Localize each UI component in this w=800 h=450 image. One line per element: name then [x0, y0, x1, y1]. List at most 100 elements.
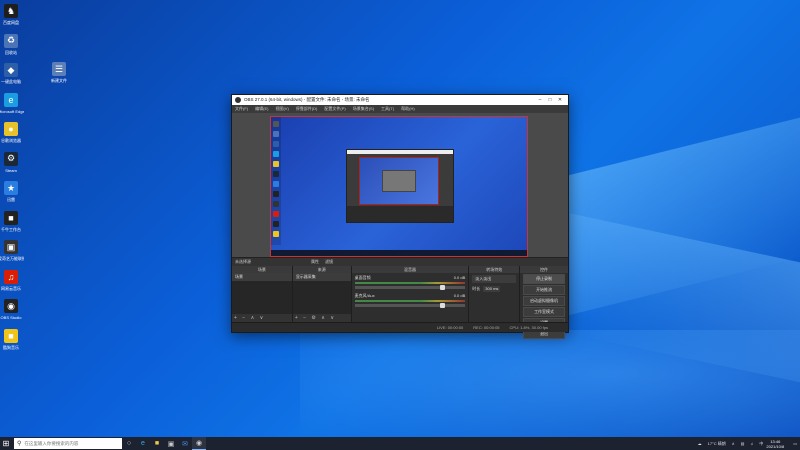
taskbar-edge-icon[interactable]: e: [136, 437, 150, 450]
taskbar-obs-icon[interactable]: ◉: [192, 437, 206, 450]
app-icon: ◆: [4, 63, 18, 77]
scene-item[interactable]: 场景: [232, 273, 292, 281]
app-icon: ⚙: [4, 151, 18, 166]
windows-start-icon[interactable]: ⊞: [0, 437, 12, 450]
desktop-icon-new-file[interactable]: ☰ 新建文件: [46, 62, 72, 84]
scene-controls[interactable]: + − ∧ ∨: [232, 314, 292, 322]
desktop-icon-label: 新建文件: [51, 78, 67, 83]
weather-text[interactable]: 17°C 晴朗: [708, 441, 726, 447]
channel-name: 麦克风/Aux: [354, 293, 375, 298]
wallpaper-glow: [300, 330, 800, 437]
obs-titlebar[interactable]: OBS 27.0.1 (64-bit, windows) - 配置文件: 未命名…: [232, 95, 568, 105]
mixer-channel: 麦克风/Aux 0.0 dB: [352, 291, 469, 309]
chevron-up-icon[interactable]: ∧: [732, 441, 735, 446]
filters-button[interactable]: 滤镜: [325, 259, 333, 265]
app-icon: ■: [4, 210, 18, 225]
preview-canvas[interactable]: [270, 116, 528, 257]
desktop-icon-label: 爱奇艺万能联播: [0, 256, 24, 261]
desktop-icon-label: 酷狗音乐: [3, 344, 19, 350]
taskbar-explorer-icon[interactable]: ■: [150, 437, 164, 450]
search-icon: ⚲: [17, 441, 22, 447]
studio-mode-button[interactable]: 工作室模式: [523, 307, 565, 317]
window-title: OBS 27.0.1 (64-bit, windows) - 配置文件: 未命名…: [244, 97, 370, 102]
app-icon: ♞: [4, 4, 18, 18]
menu-scene-collection[interactable]: 场景集合(S): [353, 106, 374, 112]
source-item[interactable]: 显示器采集: [292, 273, 351, 281]
channel-db: 0.0 dB: [453, 293, 466, 298]
transition-select[interactable]: 淡入淡出: [472, 275, 517, 283]
app-icon: e: [4, 92, 18, 107]
start-streaming-button[interactable]: 开始推流: [523, 285, 565, 295]
virtual-camera-button[interactable]: 启动虚拟摄像机: [523, 296, 565, 306]
desktop: ♞ 百度网盘 ♻回收站 ◆ 一键此电脑 eMicrosoft Edge ● 谷歌浏览器 ⚙Ste…: [0, 0, 800, 437]
taskbar-search[interactable]: ⚲: [14, 438, 122, 449]
dock-area: 场景 场景 + − ∧ ∨ 来源 显示器采集 + − ⚙ ∧ ∨ 混音器 桌面音…: [232, 266, 568, 339]
desktop-icon[interactable]: ★ 迅雷: [0, 181, 24, 203]
desktop-icon-label: 回收站: [5, 49, 17, 55]
source-toolbar: 未选择源 属性 滤镜: [232, 257, 568, 266]
desktop-icon-label: Microsoft Edge: [0, 108, 24, 114]
clock-date: 2021/10/8: [766, 443, 785, 449]
menu-profile[interactable]: 配置文件(P): [324, 106, 345, 112]
desktop-icon[interactable]: ⚙ Steam: [0, 151, 24, 173]
menu-bar: 文件(F) 编辑(E) 视图(V) 停靠部件(D) 配置文件(P) 场景集合(S…: [232, 105, 568, 113]
desktop-icon[interactable]: ■ 千牛工作台: [0, 210, 24, 233]
volume-slider[interactable]: [354, 285, 466, 290]
network-icon[interactable]: ▤: [741, 441, 745, 446]
desktop-icon[interactable]: ● 谷歌浏览器: [0, 122, 24, 144]
obs-window[interactable]: OBS 27.0.1 (64-bit, windows) - 配置文件: 未命名…: [231, 94, 569, 339]
desktop-icon[interactable]: ◉ OBS Studio: [0, 299, 24, 320]
taskbar-store-icon[interactable]: ▣: [164, 437, 178, 450]
stop-recording-button[interactable]: 停止录制: [523, 274, 565, 284]
app-icon: ♫: [4, 269, 18, 284]
menu-docks[interactable]: 停靠部件(D): [296, 106, 318, 112]
desktop-icon[interactable]: ▣ 爱奇艺万能联播: [0, 240, 24, 262]
duration-input[interactable]: 300 ms: [483, 286, 501, 292]
source-controls[interactable]: + − ⚙ ∧ ∨: [292, 314, 351, 322]
notification-icon[interactable]: ▭: [793, 441, 797, 446]
input-language[interactable]: 中: [759, 441, 763, 447]
desktop-icon[interactable]: ◆ 一键此电脑: [0, 63, 24, 85]
app-icon: ♻: [4, 33, 18, 48]
weather-icon[interactable]: ☁: [698, 441, 702, 446]
dock-title: 转场特效: [469, 266, 520, 273]
properties-button[interactable]: 属性: [311, 259, 319, 265]
task-view-icon[interactable]: ○: [122, 437, 136, 450]
desktop-icon[interactable]: ♞ 百度网盘: [0, 4, 24, 26]
menu-edit[interactable]: 编辑(E): [255, 106, 268, 112]
desktop-icon[interactable]: ♻ 回收站: [0, 33, 24, 56]
duration-label: 时长: [472, 286, 481, 291]
desktop-icon-label: 网易云音乐: [1, 285, 21, 291]
taskbar-mail-icon[interactable]: ✉: [178, 437, 192, 450]
maximize-icon[interactable]: □: [545, 97, 555, 103]
minimize-icon[interactable]: –: [535, 97, 545, 103]
dock-title: 控件: [520, 266, 568, 273]
desktop-icon-label: 百度网盘: [3, 20, 19, 25]
desktop-icon[interactable]: eMicrosoft Edge: [0, 92, 24, 114]
menu-view[interactable]: 视图(V): [275, 106, 288, 112]
controls-dock: 控件 停止录制 开始推流 启动虚拟摄像机 工作室模式 设置 退出: [520, 266, 568, 339]
close-icon[interactable]: ✕: [555, 97, 565, 103]
menu-file[interactable]: 文件(F): [235, 106, 248, 112]
desktop-icon-label: 千牛工作台: [1, 226, 21, 232]
desktop-icon-label: Steam: [5, 167, 17, 173]
cpu-status: CPU: 1.8%, 30.00 fps: [509, 325, 548, 330]
volume-meter: [354, 282, 466, 284]
channel-db: 0.0 dB: [453, 275, 466, 280]
menu-help[interactable]: 帮助(H): [401, 106, 415, 112]
menu-tools[interactable]: 工具(T): [381, 106, 394, 112]
mixer-dock: 混音器 桌面音频 0.0 dB 麦克风/Aux 0.0 dB: [351, 266, 469, 322]
nested-obs-capture: [346, 149, 454, 223]
clock[interactable]: 13:46 2021/10/8: [766, 439, 784, 449]
captured-desktop-icons: [271, 117, 281, 245]
volume-icon[interactable]: ♫: [750, 441, 753, 446]
search-input[interactable]: [24, 441, 115, 446]
mixer-channel: 桌面音频 0.0 dB: [352, 273, 469, 291]
app-icon: ◉: [4, 299, 18, 313]
sources-dock: 来源 显示器采集 + − ⚙ ∧ ∨: [292, 266, 351, 322]
live-status: LIVE: 00:00:00: [436, 325, 464, 330]
volume-slider[interactable]: [354, 303, 466, 308]
desktop-icon[interactable]: ♫ 网易云音乐: [0, 269, 24, 292]
desktop-icon[interactable]: ■ 酷狗音乐: [0, 328, 24, 351]
rec-status: REC: 00:00:05: [473, 325, 500, 330]
